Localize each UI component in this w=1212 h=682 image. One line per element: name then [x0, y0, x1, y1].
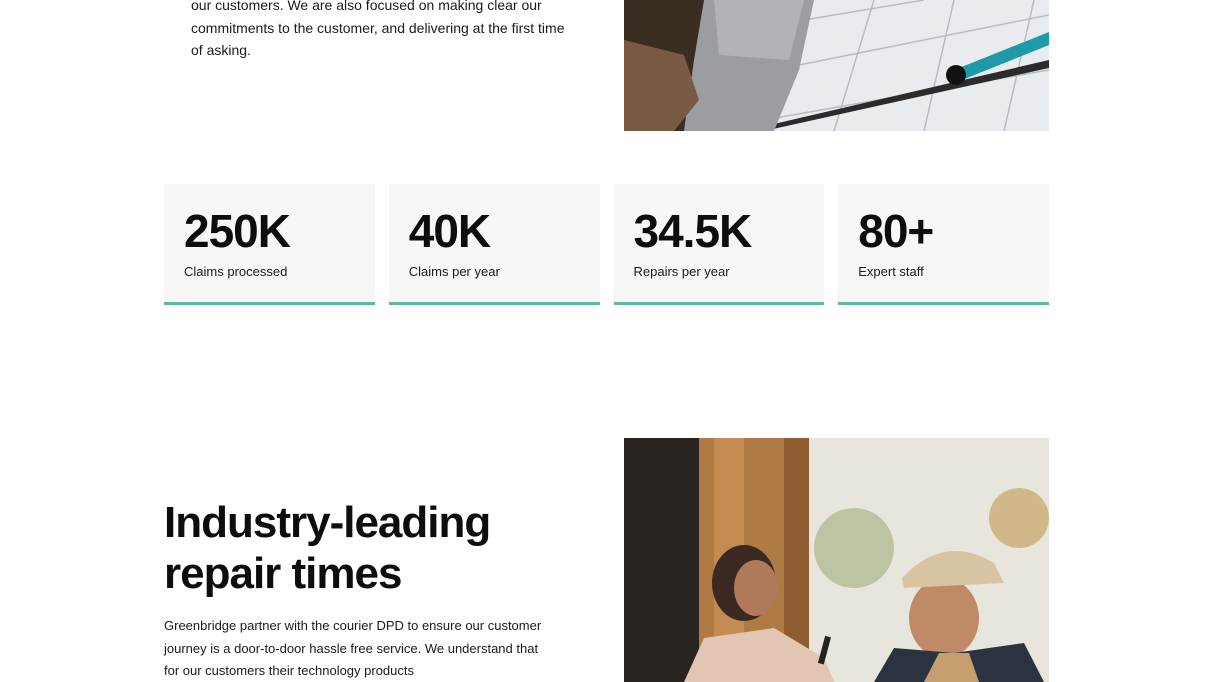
stat-value: 80+ [858, 205, 934, 257]
stat-label: Claims per year [408, 264, 500, 279]
stat-card-repairs-per-year: 34.5K Repairs per year [613, 184, 825, 305]
stat-label: Repairs per year [633, 264, 730, 279]
courier-delivery-illustration [624, 438, 1049, 682]
stat-value: 34.5K [633, 205, 753, 257]
stat-label: Expert staff [858, 264, 924, 279]
intro-paragraph: our customers. We are also focused on ma… [191, 0, 565, 58]
stat-value: 40K [408, 205, 491, 257]
stat-card-claims-per-year: 40K Claims per year [388, 184, 600, 305]
page: our customers. We are also focused on ma… [0, 0, 1212, 682]
section-heading: Industry-leading repair times [164, 498, 491, 598]
stat-card-expert-staff: 80+ Expert staff [838, 184, 1049, 305]
courier-delivery-image [624, 438, 1049, 682]
technician-repair-image [624, 0, 1049, 131]
technician-repair-illustration [624, 0, 1049, 131]
stat-card-claims-processed: 250K Claims processed [164, 184, 375, 305]
section-body: Greenbridge partner with the courier DPD… [164, 618, 542, 678]
stat-value: 250K [184, 205, 291, 257]
stat-label: Claims processed [184, 264, 288, 279]
stats-row: 250K Claims processed 40K Claims per yea… [164, 184, 1049, 305]
